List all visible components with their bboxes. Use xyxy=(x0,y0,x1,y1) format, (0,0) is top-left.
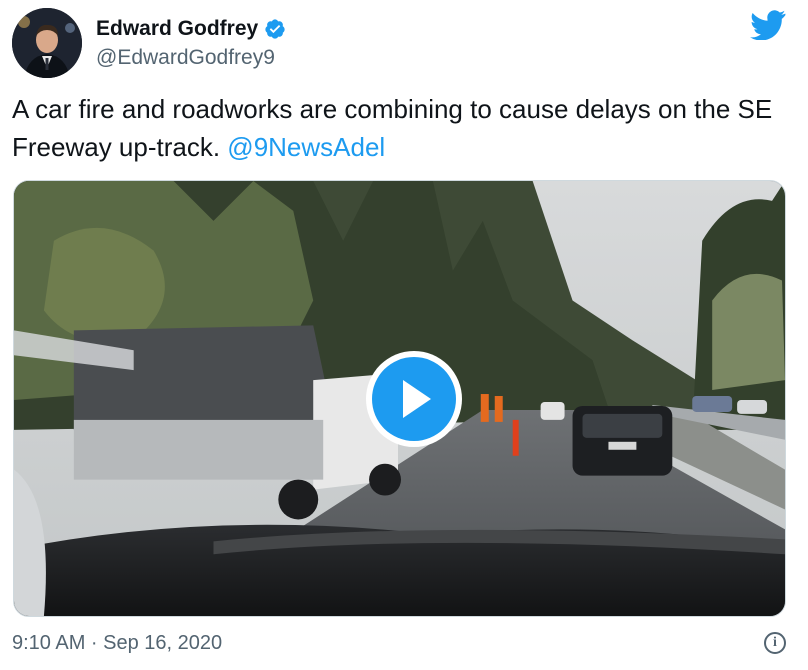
video-media[interactable] xyxy=(13,180,786,617)
handle[interactable]: @EdwardGodfrey9 xyxy=(96,45,275,71)
verified-badge-icon xyxy=(265,19,285,39)
name-row: Edward Godfrey xyxy=(96,16,286,42)
play-button-disc xyxy=(372,357,456,441)
tweet-header: Edward Godfrey @EdwardGodfrey9 xyxy=(12,8,796,78)
play-icon xyxy=(403,380,431,418)
mention-link[interactable]: @9NewsAdel xyxy=(227,132,385,162)
display-name[interactable]: Edward Godfrey xyxy=(96,16,258,42)
timestamp[interactable]: 9:10 AM · Sep 16, 2020 xyxy=(12,632,222,655)
twitter-bird-icon[interactable] xyxy=(750,10,786,40)
avatar[interactable] xyxy=(12,8,82,78)
tweet-body: A car fire and roadworks are combining t… xyxy=(12,94,773,162)
info-icon[interactable]: i xyxy=(764,632,786,654)
play-button[interactable] xyxy=(366,351,462,447)
tweet-footer: 9:10 AM · Sep 16, 2020 i xyxy=(12,628,796,660)
tweet-text: A car fire and roadworks are combining t… xyxy=(12,90,792,166)
